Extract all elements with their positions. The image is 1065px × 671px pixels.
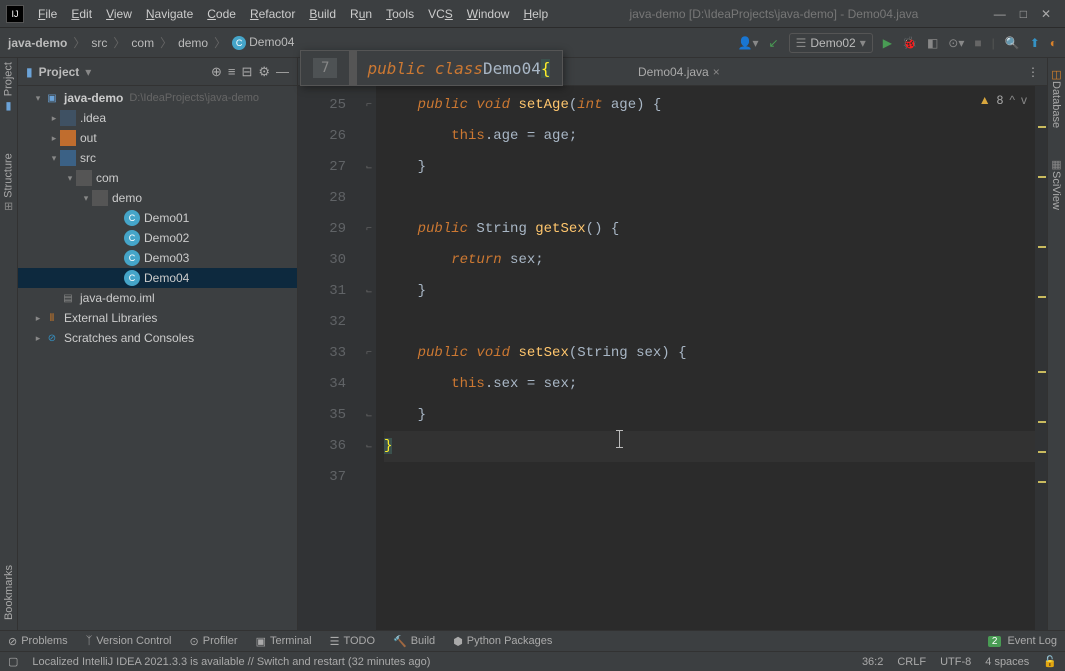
tree-com[interactable]: ▾com — [18, 168, 297, 188]
sticky-header: 7 public class Demo04 { — [300, 50, 563, 86]
debug-button[interactable]: 🐞 — [902, 36, 917, 50]
right-tool-strip: ◫Database ▦SciView — [1047, 58, 1065, 630]
crumb-com[interactable]: com — [131, 36, 154, 50]
tab-sciview[interactable]: ▦SciView — [1050, 158, 1063, 210]
tool-python[interactable]: ⬢Python Packages — [453, 635, 552, 648]
fold-column[interactable]: ⌐⌙⌐⌙⌐⌙⌙ — [362, 86, 376, 630]
tab-database[interactable]: ◫Database — [1050, 68, 1063, 128]
bottom-toolbar: ⊘Problems ᛉVersion Control ⊙Profiler ▣Te… — [0, 630, 1065, 651]
settings-icon[interactable]: ⚙ — [258, 64, 270, 80]
tree-demo01[interactable]: CDemo01 — [18, 208, 297, 228]
tree-demo02[interactable]: CDemo02 — [18, 228, 297, 248]
tab-bookmarks[interactable]: Bookmarks — [3, 565, 15, 620]
menu-refactor[interactable]: Refactor — [244, 5, 301, 23]
tool-build[interactable]: 🔨Build — [393, 635, 435, 648]
expand-all-icon[interactable]: ≡ — [228, 64, 236, 79]
status-message[interactable]: Localized IntelliJ IDEA 2021.3.3 is avai… — [32, 656, 848, 668]
menu-navigate[interactable]: Navigate — [140, 5, 199, 23]
project-tree: ▾▣java-demoD:\IdeaProjects\java-demo ▸.i… — [18, 86, 297, 630]
status-encoding[interactable]: UTF-8 — [940, 656, 971, 668]
tree-out[interactable]: ▸out — [18, 128, 297, 148]
tree-scratches[interactable]: ▸⊘Scratches and Consoles — [18, 328, 297, 348]
warning-icon: ▲ — [979, 93, 991, 107]
menu-edit[interactable]: Edit — [65, 5, 98, 23]
tab-project[interactable]: ▮Project — [2, 62, 15, 113]
stop-button[interactable]: ■ — [974, 36, 981, 50]
main-menu: File Edit View Navigate Code Refactor Bu… — [32, 5, 554, 23]
menu-help[interactable]: Help — [517, 5, 554, 23]
project-panel-title: Project — [39, 65, 80, 79]
status-position[interactable]: 36:2 — [862, 656, 883, 668]
menu-code[interactable]: Code — [201, 5, 242, 23]
tool-todo[interactable]: ☰TODO — [330, 635, 375, 648]
status-indent[interactable]: 4 spaces — [985, 656, 1029, 668]
tree-iml[interactable]: ▤java-demo.iml — [18, 288, 297, 308]
crumb-src[interactable]: src — [91, 36, 107, 50]
text-cursor-icon — [619, 430, 620, 448]
breadcrumb: java-demo 〉 src 〉 com 〉 demo 〉 CDemo04 — [8, 34, 294, 51]
crumb-root[interactable]: java-demo — [8, 36, 67, 50]
tree-ext-libs[interactable]: ▸⫴External Libraries — [18, 308, 297, 328]
ide-icon[interactable]: ◐ — [1050, 36, 1057, 50]
tree-idea[interactable]: ▸.idea — [18, 108, 297, 128]
run-config-dropdown[interactable]: ☰Demo02▾ — [789, 33, 873, 53]
tool-event-log[interactable]: 2Event Log — [988, 635, 1057, 647]
menu-vcs[interactable]: VCS — [422, 5, 459, 23]
collapse-all-icon[interactable]: ⊟ — [241, 64, 252, 80]
project-panel: ▮ Project ▾ ⊕ ≡ ⊟ ⚙ — ▾▣java-demoD:\Idea… — [18, 58, 298, 630]
tool-terminal[interactable]: ▣Terminal — [256, 635, 312, 648]
search-icon[interactable]: 🔍 — [1005, 36, 1020, 50]
tool-vcs[interactable]: ᛉVersion Control — [86, 635, 172, 647]
profile-button[interactable]: ⊙▾ — [948, 36, 964, 50]
tool-profiler[interactable]: ⊙Profiler — [190, 635, 238, 648]
menu-run[interactable]: Run — [344, 5, 378, 23]
tree-demo03[interactable]: CDemo03 — [18, 248, 297, 268]
add-user-icon[interactable]: 👤▾ — [738, 36, 759, 50]
error-stripe[interactable] — [1035, 86, 1047, 630]
status-line-sep[interactable]: CRLF — [897, 656, 926, 668]
tool-problems[interactable]: ⊘Problems — [8, 635, 68, 648]
select-opened-icon[interactable]: ⊕ — [211, 64, 222, 80]
crumb-demo[interactable]: demo — [178, 36, 208, 50]
status-readonly-icon[interactable]: 🔓 — [1043, 655, 1057, 668]
tree-root[interactable]: ▾▣java-demoD:\IdeaProjects\java-demo — [18, 88, 297, 108]
maximize-button[interactable]: □ — [1020, 7, 1027, 21]
editor: Demo04.java× ⋮ ▲ 8 ^v 252627282930313233… — [298, 58, 1047, 630]
status-bar: ▢ Localized IntelliJ IDEA 2021.3.3 is av… — [0, 651, 1065, 671]
code-area[interactable]: public void setAge(int age) { this.age =… — [376, 86, 1035, 630]
editor-tab[interactable]: Demo04.java× — [628, 61, 730, 83]
minimize-button[interactable]: — — [994, 7, 1006, 21]
hide-icon[interactable]: — — [276, 64, 289, 79]
menu-window[interactable]: Window — [461, 5, 516, 23]
line-number-gutter[interactable]: 25262728293031323334353637 — [298, 86, 362, 630]
tree-demo04[interactable]: CDemo04 — [18, 268, 297, 288]
tree-src[interactable]: ▾src — [18, 148, 297, 168]
menu-view[interactable]: View — [100, 5, 138, 23]
tree-demo[interactable]: ▾demo — [18, 188, 297, 208]
close-button[interactable]: ✕ — [1041, 7, 1051, 21]
inspection-widget[interactable]: ▲ 8 ^v — [979, 93, 1027, 107]
app-logo-icon: IJ — [6, 5, 24, 23]
menu-build[interactable]: Build — [303, 5, 342, 23]
menu-tools[interactable]: Tools — [380, 5, 420, 23]
update-icon[interactable]: ⬆ — [1030, 36, 1040, 50]
tabs-more-icon[interactable]: ⋮ — [1027, 65, 1039, 79]
tab-structure[interactable]: ⊞Structure — [2, 153, 15, 211]
crumb-class[interactable]: CDemo04 — [232, 35, 294, 50]
coverage-button[interactable]: ◧ — [927, 36, 938, 50]
menu-file[interactable]: File — [32, 5, 63, 23]
status-quick-icon[interactable]: ▢ — [8, 655, 18, 668]
back-icon[interactable]: ↙ — [769, 36, 779, 50]
window-title: java-demo [D:\IdeaProjects\java-demo] - … — [554, 7, 994, 21]
run-button[interactable]: ▶ — [883, 36, 892, 50]
title-bar: IJ File Edit View Navigate Code Refactor… — [0, 0, 1065, 28]
left-tool-strip: ▮Project ⊞Structure Bookmarks — [0, 58, 18, 630]
